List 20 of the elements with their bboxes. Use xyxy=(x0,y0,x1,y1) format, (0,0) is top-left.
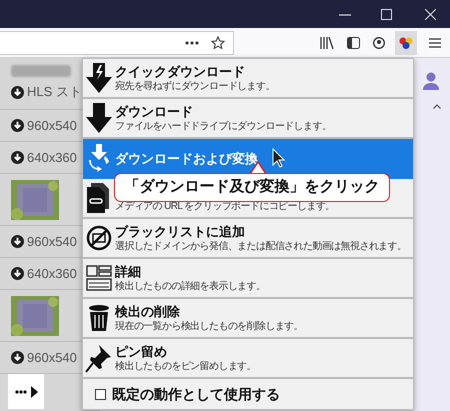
resolution-label: 640x360 xyxy=(27,148,77,167)
menu-item-description: 宛先を尋ねずにダウンロードします。 xyxy=(115,81,275,93)
menu-item-description: 検出したものをピン留めします。 xyxy=(115,361,256,373)
resolution-label: 960x540 xyxy=(27,349,77,367)
menu-item-description: ファイルをハードドライブにダウンロードします。 xyxy=(115,121,332,133)
menu-item-description: 選択したドメインから発信、または配信された動画は無視されます。 xyxy=(115,241,406,253)
menu-item-title: ダウンロードおよび変換 xyxy=(115,150,258,166)
menu-item-title: 検出の削除 xyxy=(115,303,181,320)
menu-item-title: ダウンロード xyxy=(115,103,194,120)
checkbox-label: 既定の動作として使用する xyxy=(112,384,280,404)
menu-item-title: ブラックリストに追加 xyxy=(115,223,246,240)
menu-item-description: 検出したものの詳細を表示します。 xyxy=(115,281,266,293)
menu-item-title: 詳細 xyxy=(115,263,142,280)
menu-item-title: クイックダウンロード xyxy=(115,63,246,80)
menu-item-description: 現在の一覧から検出したものを削除します。 xyxy=(115,321,304,333)
menu-item-title: ピン留め xyxy=(115,343,168,360)
resolution-label: 640x360 xyxy=(27,264,77,283)
resolution-label: 960x540 xyxy=(27,116,77,135)
resolution-label: 960x540 xyxy=(27,232,77,251)
stream-label: HLS スト xyxy=(27,83,82,102)
